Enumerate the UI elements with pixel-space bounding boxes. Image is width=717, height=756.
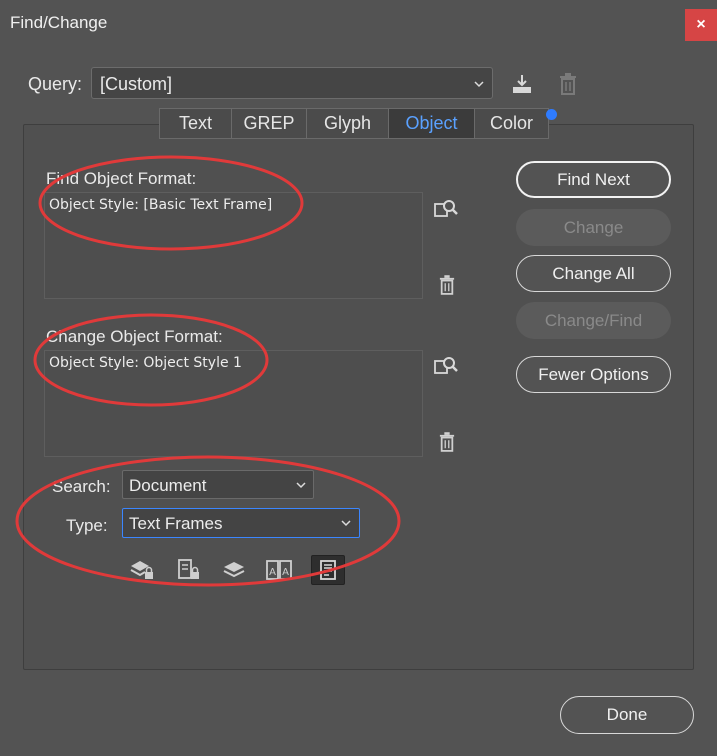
master-pages-icon: A A <box>266 560 292 580</box>
close-icon: × <box>696 16 706 33</box>
search-value: Document <box>129 476 207 495</box>
include-locked-layers-toggle[interactable] <box>128 556 156 584</box>
find-next-button[interactable]: Find Next <box>516 161 671 198</box>
chevron-down-icon <box>341 520 351 527</box>
specify-change-format-button[interactable] <box>432 353 460 379</box>
tab-text[interactable]: Text <box>160 109 232 138</box>
specify-find-format-button[interactable] <box>432 196 460 222</box>
type-label: Type: <box>66 516 108 535</box>
query-value: [Custom] <box>100 74 173 94</box>
delete-query-button[interactable] <box>556 70 580 98</box>
clear-change-format-button[interactable] <box>436 430 458 454</box>
query-label: Query: <box>28 74 83 94</box>
include-master-pages-toggle[interactable]: A A <box>265 556 293 584</box>
notification-dot <box>546 109 557 120</box>
fewer-options-button[interactable]: Fewer Options <box>516 356 671 393</box>
tab-glyph[interactable]: Glyph <box>307 109 389 138</box>
locked-items-icon <box>178 559 199 579</box>
change-all-button[interactable]: Change All <box>516 255 671 292</box>
tab-object[interactable]: Object <box>389 109 475 138</box>
save-query-button[interactable] <box>508 70 536 98</box>
type-value: Text Frames <box>129 514 223 533</box>
clear-find-format-button[interactable] <box>436 273 458 297</box>
include-locked-items-toggle[interactable] <box>175 556 203 584</box>
include-hidden-layers-toggle[interactable] <box>220 556 248 584</box>
svg-text:A: A <box>269 567 276 578</box>
change-button[interactable]: Change <box>516 209 671 246</box>
find-format-box[interactable]: Object Style: [Basic Text Frame] <box>44 192 423 299</box>
query-dropdown[interactable]: [Custom] <box>91 67 493 99</box>
trash-icon <box>560 73 576 95</box>
change-format-value: Object Style: Object Style 1 <box>49 355 242 371</box>
find-format-value: Object Style: [Basic Text Frame] <box>49 197 273 213</box>
chevron-down-icon <box>474 81 484 88</box>
format-search-icon <box>434 200 458 217</box>
hidden-layers-icon <box>223 562 245 578</box>
change-format-label: Change Object Format: <box>46 327 223 346</box>
find-format-label: Find Object Format: <box>46 169 197 188</box>
search-dropdown[interactable]: Document <box>122 470 314 499</box>
tab-grep[interactable]: GREP <box>232 109 307 138</box>
done-button[interactable]: Done <box>560 696 694 734</box>
save-query-icon <box>513 75 531 93</box>
svg-text:A: A <box>282 567 289 578</box>
locked-layers-icon <box>130 561 153 579</box>
change-format-box[interactable]: Object Style: Object Style 1 <box>44 350 423 457</box>
trash-icon <box>439 275 455 295</box>
tab-bar: Text GREP Glyph Object Color <box>159 108 549 139</box>
tab-color[interactable]: Color <box>475 109 548 138</box>
include-footnotes-toggle[interactable] <box>311 555 345 585</box>
search-label: Search: <box>52 477 111 496</box>
trash-icon <box>439 432 455 452</box>
change-find-button[interactable]: Change/Find <box>516 302 671 339</box>
chevron-down-icon <box>296 482 306 489</box>
close-button[interactable]: × <box>685 9 717 41</box>
window-title: Find/Change <box>10 13 108 32</box>
footnotes-icon <box>320 560 336 580</box>
format-search-icon <box>434 357 458 374</box>
type-dropdown[interactable]: Text Frames <box>122 508 360 538</box>
title-bar: Find/Change × <box>0 0 717 46</box>
